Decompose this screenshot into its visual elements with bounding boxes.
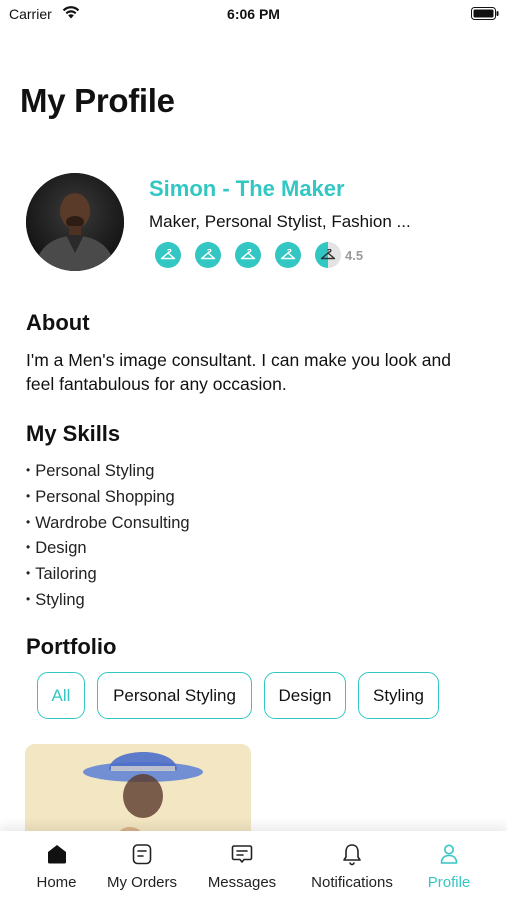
filter-chip-design[interactable]: Design (264, 672, 346, 719)
tab-label: Notifications (311, 874, 393, 891)
skill-item: Personal Shopping (26, 485, 190, 511)
tab-label: My Orders (107, 874, 178, 891)
tab-bar: Home My Orders Messages Notifications Pr… (0, 831, 507, 900)
avatar[interactable] (26, 173, 124, 271)
bell-icon (343, 844, 361, 866)
hanger-half-rating-icon (315, 242, 341, 268)
tab-home[interactable]: Home (0, 831, 113, 900)
skill-item: Design (26, 536, 190, 562)
filter-chip-personal-styling[interactable]: Personal Styling (97, 672, 252, 719)
skill-item: Tailoring (26, 562, 190, 588)
tab-label: Messages (207, 874, 277, 891)
profile-roles: Maker, Personal Stylist, Fashion ... (149, 212, 411, 231)
rating: 4.5 (155, 242, 363, 268)
profile-name: Simon - The Maker (149, 176, 345, 201)
avatar-photo (26, 173, 124, 271)
status-time: 6:06 PM (227, 6, 280, 22)
filter-chip-styling[interactable]: Styling (358, 672, 439, 719)
skills-title: My Skills (26, 421, 121, 446)
about-title: About (26, 310, 90, 335)
page-title: My Profile (20, 82, 175, 119)
skill-item: Styling (26, 588, 190, 614)
orders-icon (132, 844, 152, 865)
person-icon (440, 844, 458, 864)
hanger-rating-icon (275, 242, 301, 268)
tab-label: Home (36, 874, 77, 891)
about-text: I'm a Men's image consultant. I can make… (26, 350, 451, 394)
battery-icon (471, 7, 499, 20)
hanger-rating-icon (235, 242, 261, 268)
tab-messages[interactable]: Messages (171, 831, 313, 900)
portfolio-filters: All Personal Styling Design Styling (37, 672, 451, 719)
hanger-rating-icon (195, 242, 221, 268)
tab-profile[interactable]: Profile (391, 831, 507, 900)
filter-chip-all[interactable]: All (37, 672, 85, 719)
skills-list: Personal Styling Personal Shopping Wardr… (26, 459, 190, 614)
tab-my-orders[interactable]: My Orders (107, 831, 177, 900)
portfolio-title: Portfolio (26, 634, 117, 659)
hanger-rating-icon (155, 242, 181, 268)
tab-label: Profile (427, 874, 471, 891)
skill-item: Wardrobe Consulting (26, 511, 189, 537)
rating-value: 4.5 (345, 247, 364, 263)
tab-notifications[interactable]: Notifications (311, 831, 393, 900)
status-bar: Carrier 6:06 PM (0, 0, 507, 30)
messages-icon (231, 845, 253, 863)
home-icon (47, 845, 66, 864)
skill-item: Personal Styling (26, 459, 190, 485)
